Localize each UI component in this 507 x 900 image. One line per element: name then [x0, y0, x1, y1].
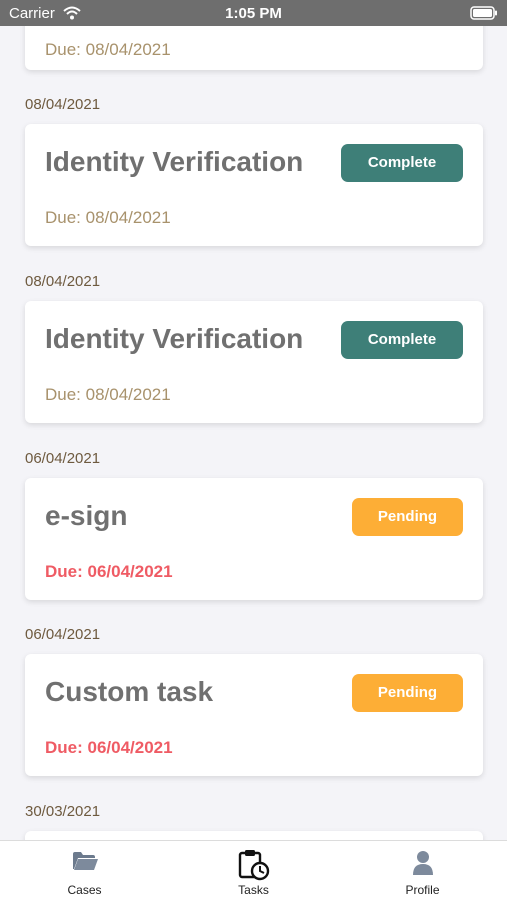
task-list[interactable]: Due: 08/04/2021 08/04/2021 Identity Veri… [0, 26, 507, 840]
task-card[interactable]: Due: 08/04/2021 [25, 26, 483, 70]
battery-icon [470, 6, 498, 24]
task-title: Identity Verification [45, 146, 304, 177]
person-icon [411, 849, 435, 882]
task-due-date: Due: 06/04/2021 [45, 738, 173, 757]
status-badge: Complete [341, 321, 463, 359]
status-bar: Carrier 1:05 PM [0, 0, 507, 26]
date-header: 06/04/2021 [25, 626, 101, 643]
task-card[interactable]: e-sign Pending Due: 06/04/2021 [25, 478, 483, 600]
tab-label: Tasks [238, 883, 269, 897]
tab-bar: Cases Tasks Profile [0, 840, 507, 900]
date-header: 30/03/2021 [25, 803, 101, 820]
date-header: 06/04/2021 [25, 450, 101, 467]
tab-tasks[interactable]: Tasks [169, 841, 338, 900]
task-due-date: Due: 08/04/2021 [45, 40, 171, 59]
tab-label: Cases [67, 883, 102, 897]
task-card[interactable] [25, 831, 483, 840]
tab-cases[interactable]: Cases [0, 841, 169, 900]
status-badge: Pending [352, 498, 463, 536]
date-header: 08/04/2021 [25, 273, 101, 290]
folder-icon [71, 849, 99, 878]
clipboard-clock-icon [237, 849, 271, 886]
task-card[interactable]: Identity Verification Complete Due: 08/0… [25, 301, 483, 423]
status-badge: Complete [341, 144, 463, 182]
task-due-date: Due: 08/04/2021 [45, 208, 171, 227]
task-title: Custom task [45, 676, 214, 707]
status-badge: Pending [352, 674, 463, 712]
task-due-date: Due: 08/04/2021 [45, 385, 171, 404]
date-header: 08/04/2021 [25, 96, 101, 113]
task-title: Identity Verification [45, 323, 304, 354]
clock: 1:05 PM [225, 5, 282, 22]
task-title: e-sign [45, 500, 128, 531]
tab-label: Profile [405, 883, 440, 897]
task-due-date: Due: 06/04/2021 [45, 562, 173, 581]
task-card[interactable]: Identity Verification Complete Due: 08/0… [25, 124, 483, 246]
tab-profile[interactable]: Profile [338, 841, 507, 900]
task-card[interactable]: Custom task Pending Due: 06/04/2021 [25, 654, 483, 776]
